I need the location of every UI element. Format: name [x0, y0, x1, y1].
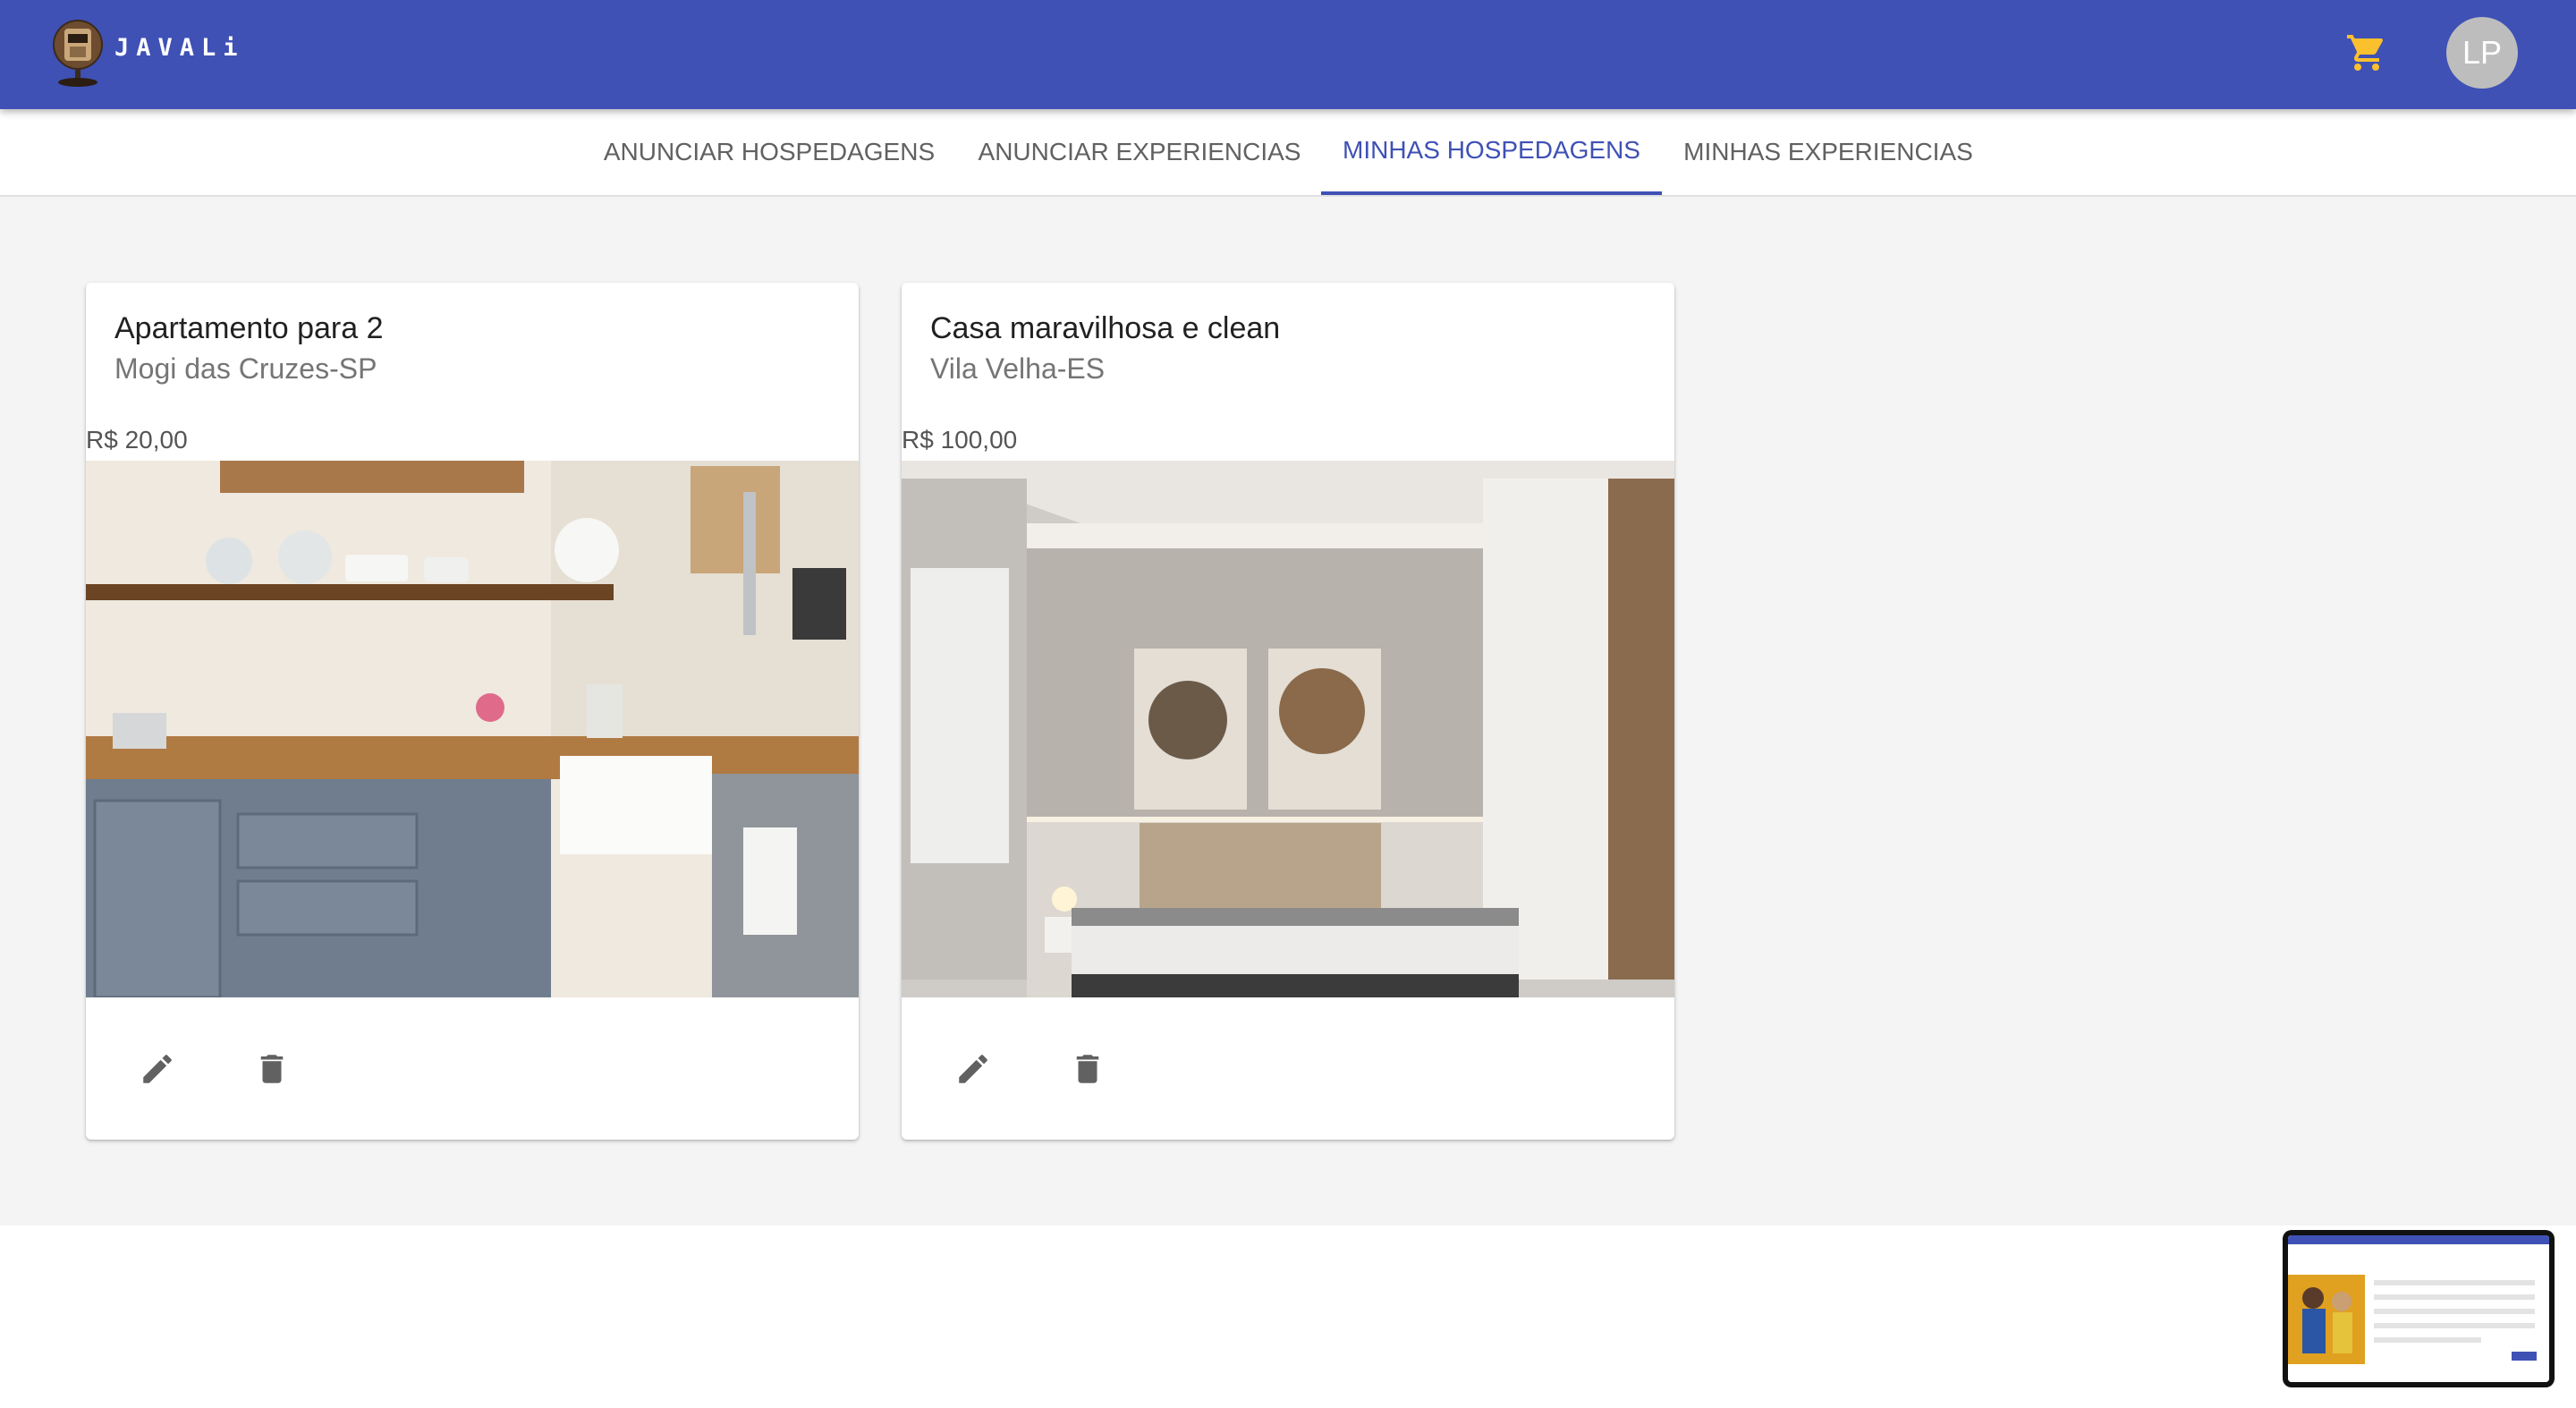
tab-minhas-hospedagens[interactable]: MINHAS HOSPEDAGENS: [1321, 109, 1662, 195]
preview-image: [2288, 1235, 2549, 1382]
app-bar: JAVALi LP: [0, 0, 2576, 109]
edit-icon[interactable]: [125, 1037, 190, 1101]
tab-anunciar-experiencias[interactable]: ANUNCIAR EXPERIENCIAS: [970, 109, 1309, 195]
brand-name[interactable]: JAVALi: [114, 34, 245, 62]
delete-icon[interactable]: [1055, 1037, 1120, 1101]
card-actions: [86, 997, 859, 1140]
tab-anunciar-hospedagens[interactable]: ANUNCIAR HOSPEDAGENS: [599, 109, 939, 195]
tab-minhas-experiencias[interactable]: MINHAS EXPERIENCIAS: [1674, 109, 1982, 195]
screen-preview-thumbnail[interactable]: [2283, 1230, 2555, 1387]
listing-price: R$ 20,00: [86, 426, 188, 454]
listing-title: Apartamento para 2: [114, 311, 384, 345]
listing-card: Apartamento para 2 Mogi das Cruzes-SP R$…: [86, 283, 859, 1140]
shopping-cart-icon[interactable]: [2345, 31, 2388, 74]
card-actions: [902, 997, 1674, 1140]
listing-location: Mogi das Cruzes-SP: [114, 352, 377, 385]
tab-bar: ANUNCIAR HOSPEDAGENS ANUNCIAR EXPERIENCI…: [0, 109, 2576, 197]
bedroom-photo[interactable]: [902, 461, 1674, 997]
listing-card: Casa maravilhosa e clean Vila Velha-ES R…: [902, 283, 1674, 1140]
logo-icon[interactable]: [52, 18, 104, 88]
listing-location: Vila Velha-ES: [930, 352, 1106, 385]
kitchen-photo[interactable]: [86, 461, 859, 997]
delete-icon[interactable]: [240, 1037, 304, 1101]
listing-title: Casa maravilhosa e clean: [930, 311, 1281, 345]
user-avatar[interactable]: LP: [2446, 17, 2518, 89]
listing-price: R$ 100,00: [902, 426, 1018, 454]
edit-icon[interactable]: [941, 1037, 1005, 1101]
